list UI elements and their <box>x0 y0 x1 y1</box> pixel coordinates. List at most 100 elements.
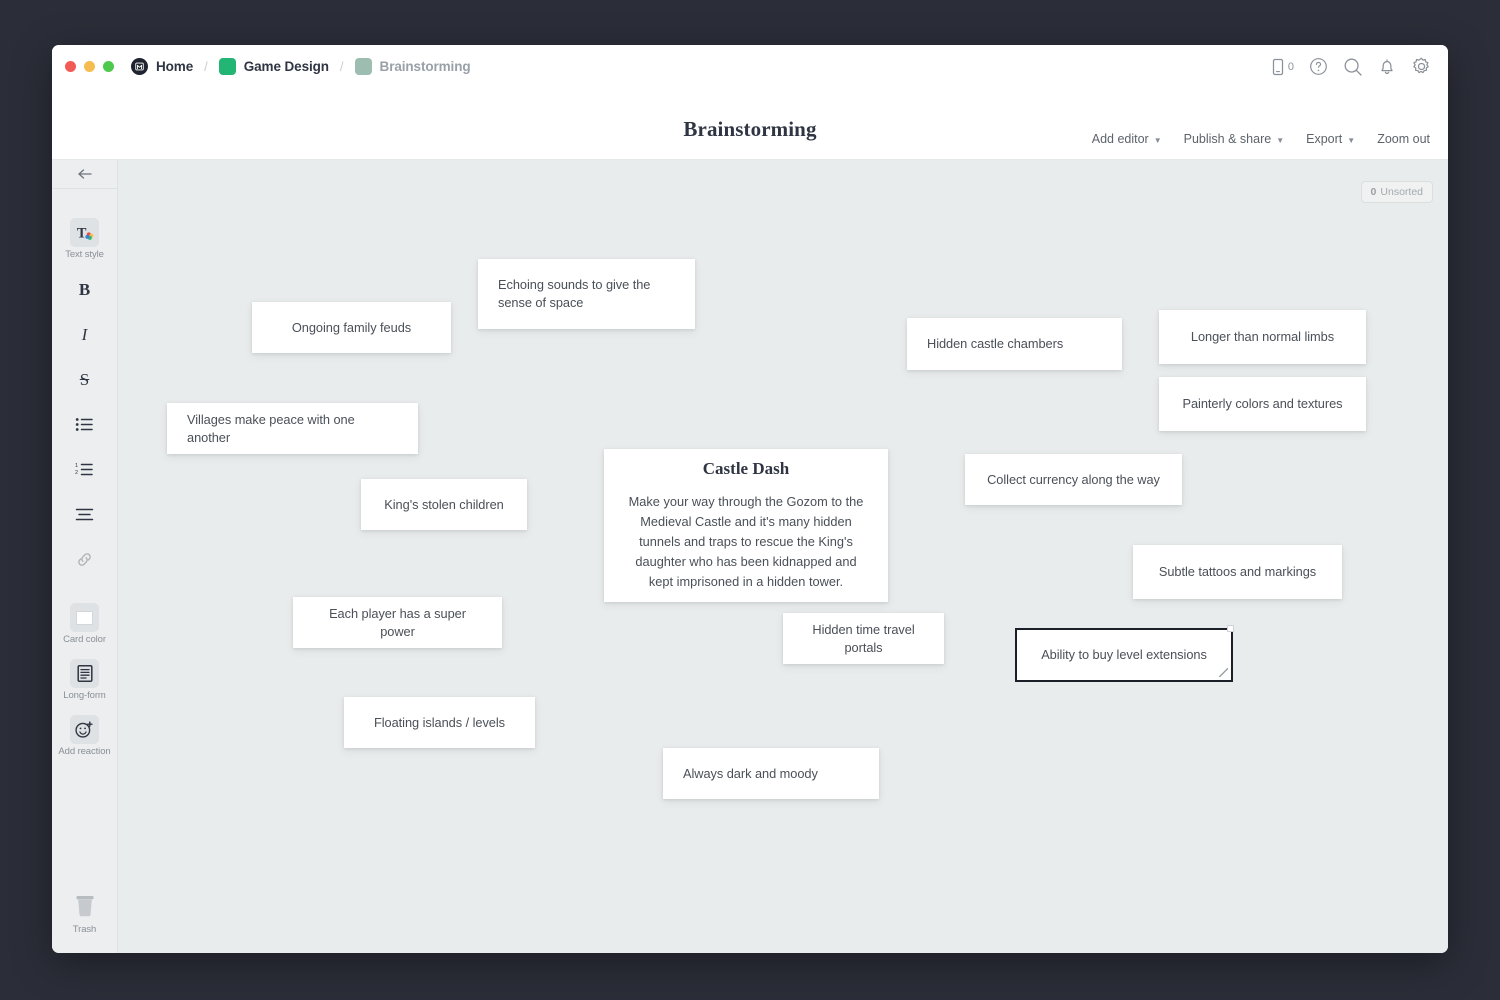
board-card[interactable]: Floating islands / levels <box>344 697 535 748</box>
card-selection-nub[interactable] <box>1227 625 1234 632</box>
card-resize-handle[interactable] <box>1219 668 1228 677</box>
milanote-logo-icon <box>131 58 148 75</box>
board-card[interactable]: King's stolen children <box>361 479 527 530</box>
board-card[interactable]: Ongoing family feuds <box>252 302 451 353</box>
mobile-count: 0 <box>1287 60 1294 73</box>
add-editor-label: Add editor <box>1091 132 1149 146</box>
document-header: Brainstorming Add editor ▼ Publish & sha… <box>52 88 1448 160</box>
sidebar-back-button[interactable] <box>52 160 117 189</box>
body: T Text style B I S 1 2 Card color Long-f… <box>52 160 1448 953</box>
titlebar: Home / Game Design / Brainstorming 0 <box>52 45 1448 88</box>
board-card[interactable]: Villages make peace with one another <box>167 403 418 454</box>
sidebar-item-link[interactable] <box>70 545 99 574</box>
board-canvas[interactable]: 0 Unsorted Castle Dash Make your way thr… <box>118 160 1448 953</box>
board-card[interactable]: Collect currency along the way <box>965 454 1182 505</box>
trash-label: Trash <box>72 924 97 935</box>
sidebar-item-trash[interactable]: Trash <box>69 890 101 935</box>
board-card-text: King's stolen children <box>384 496 504 512</box>
long-form-label: Long-form <box>63 690 106 701</box>
board-card-text: Hidden castle chambers <box>927 336 1064 352</box>
zoom-out-label: Zoom out <box>1377 132 1430 146</box>
close-window-button[interactable] <box>65 61 76 72</box>
board-card[interactable]: Subtle tattoos and markings <box>1133 545 1342 599</box>
bullet-list-icon <box>70 410 99 439</box>
board-card-text: Echoing sounds to give the sense of spac… <box>498 277 651 310</box>
breadcrumb-item-brainstorming[interactable]: Brainstorming <box>354 58 471 75</box>
zoom-out-button[interactable]: Zoom out <box>1377 132 1430 146</box>
sidebar-item-align[interactable] <box>70 500 99 529</box>
sidebar-item-text-style[interactable]: T Text style <box>65 218 104 260</box>
board-card[interactable]: Each player has a super power <box>293 597 502 648</box>
chevron-down-icon: ▼ <box>1347 135 1356 145</box>
align-icon <box>70 500 99 529</box>
board-card-text: Subtle tattoos and markings <box>1158 564 1317 580</box>
breadcrumb: Home / Game Design / Brainstorming <box>131 58 471 75</box>
add-editor-button[interactable]: Add editor ▼ <box>1092 132 1162 146</box>
export-label: Export <box>1306 132 1343 146</box>
sidebar-item-add-reaction[interactable]: Add reaction <box>58 715 111 757</box>
board-card[interactable]: Hidden castle chambers <box>907 318 1122 370</box>
notifications-bell-icon[interactable] <box>1378 57 1396 76</box>
board-card[interactable]: Longer than normal limbs <box>1159 310 1366 364</box>
board-card-text: Always dark and moody <box>683 765 818 781</box>
board-description-card[interactable]: Castle Dash Make your way through the Go… <box>604 449 888 602</box>
sidebar-item-card-color[interactable]: Card color <box>63 603 106 645</box>
project-color-swatch-icon <box>218 58 236 75</box>
sidebar-item-italic[interactable]: I <box>70 320 99 349</box>
app-window: Home / Game Design / Brainstorming 0 Bra… <box>52 45 1448 953</box>
text-style-icon: T <box>69 218 99 247</box>
long-form-icon <box>70 659 99 688</box>
hero-card-body: Make your way through the Gozom to the M… <box>628 494 864 589</box>
trash-icon <box>69 890 101 922</box>
hero-card-title: Castle Dash <box>702 459 790 479</box>
sidebar-item-strikethrough[interactable]: S <box>70 365 99 394</box>
breadcrumb-item-game-design[interactable]: Game Design <box>218 58 329 75</box>
help-icon[interactable] <box>1309 57 1328 76</box>
board-card-text: Collect currency along the way <box>987 471 1160 487</box>
mobile-icon[interactable]: 0 <box>1271 58 1294 76</box>
bold-icon: B <box>78 280 91 299</box>
add-reaction-label: Add reaction <box>58 746 111 757</box>
sidebar-item-bullet-list[interactable] <box>70 410 99 439</box>
maximize-window-button[interactable] <box>103 61 114 72</box>
traffic-lights <box>65 61 114 72</box>
sidebar-item-numbered-list[interactable]: 1 2 <box>70 455 99 484</box>
board-card[interactable]: Ability to buy level extensions <box>1015 625 1234 682</box>
titlebar-actions: 0 <box>1271 45 1432 88</box>
publish-share-label: Publish & share <box>1183 132 1272 146</box>
board-card[interactable]: Hidden time travel portals <box>783 613 944 664</box>
card-color-label: Card color <box>63 634 106 645</box>
export-button[interactable]: Export ▼ <box>1306 132 1355 146</box>
add-reaction-icon <box>69 715 99 744</box>
format-sidebar: T Text style B I S 1 2 Card color Long-f… <box>52 160 118 953</box>
chevron-down-icon: ▼ <box>1276 135 1285 145</box>
board-card[interactable]: Always dark and moody <box>663 748 879 799</box>
breadcrumb-separator-1: / <box>204 59 208 74</box>
unsorted-label: Unsorted <box>1380 186 1423 198</box>
svg-text:T: T <box>77 225 87 241</box>
board-card[interactable]: Painterly colors and textures <box>1159 377 1366 431</box>
text-style-label: Text style <box>65 249 104 260</box>
breadcrumb-home-label: Home <box>156 59 194 74</box>
publish-share-button[interactable]: Publish & share ▼ <box>1184 132 1284 146</box>
sidebar-item-long-form[interactable]: Long-form <box>63 659 106 701</box>
search-icon[interactable] <box>1343 57 1363 77</box>
minimize-window-button[interactable] <box>84 61 95 72</box>
breadcrumb-separator-2: / <box>339 59 344 74</box>
board-color-swatch-icon <box>354 58 372 75</box>
unsorted-badge[interactable]: 0 Unsorted <box>1360 181 1433 203</box>
header-actions: Add editor ▼ Publish & share ▼ Export ▼ … <box>1092 132 1430 146</box>
breadcrumb-current-label: Brainstorming <box>379 59 471 74</box>
breadcrumb-item-home[interactable]: Home <box>131 58 193 75</box>
settings-gear-icon[interactable] <box>1411 56 1432 77</box>
board-card[interactable]: Echoing sounds to give the sense of spac… <box>478 259 695 329</box>
board-card-text: Ability to buy level extensions <box>1041 647 1207 663</box>
board-card-text: Hidden time travel portals <box>812 621 915 655</box>
card-color-icon <box>69 603 99 632</box>
board-card-text: Painterly colors and textures <box>1182 396 1343 412</box>
unsorted-count: 0 <box>1370 186 1377 198</box>
svg-text:2: 2 <box>75 470 78 476</box>
link-icon <box>70 545 99 574</box>
sidebar-item-bold[interactable]: B <box>70 275 99 304</box>
strikethrough-icon: S <box>79 370 90 389</box>
